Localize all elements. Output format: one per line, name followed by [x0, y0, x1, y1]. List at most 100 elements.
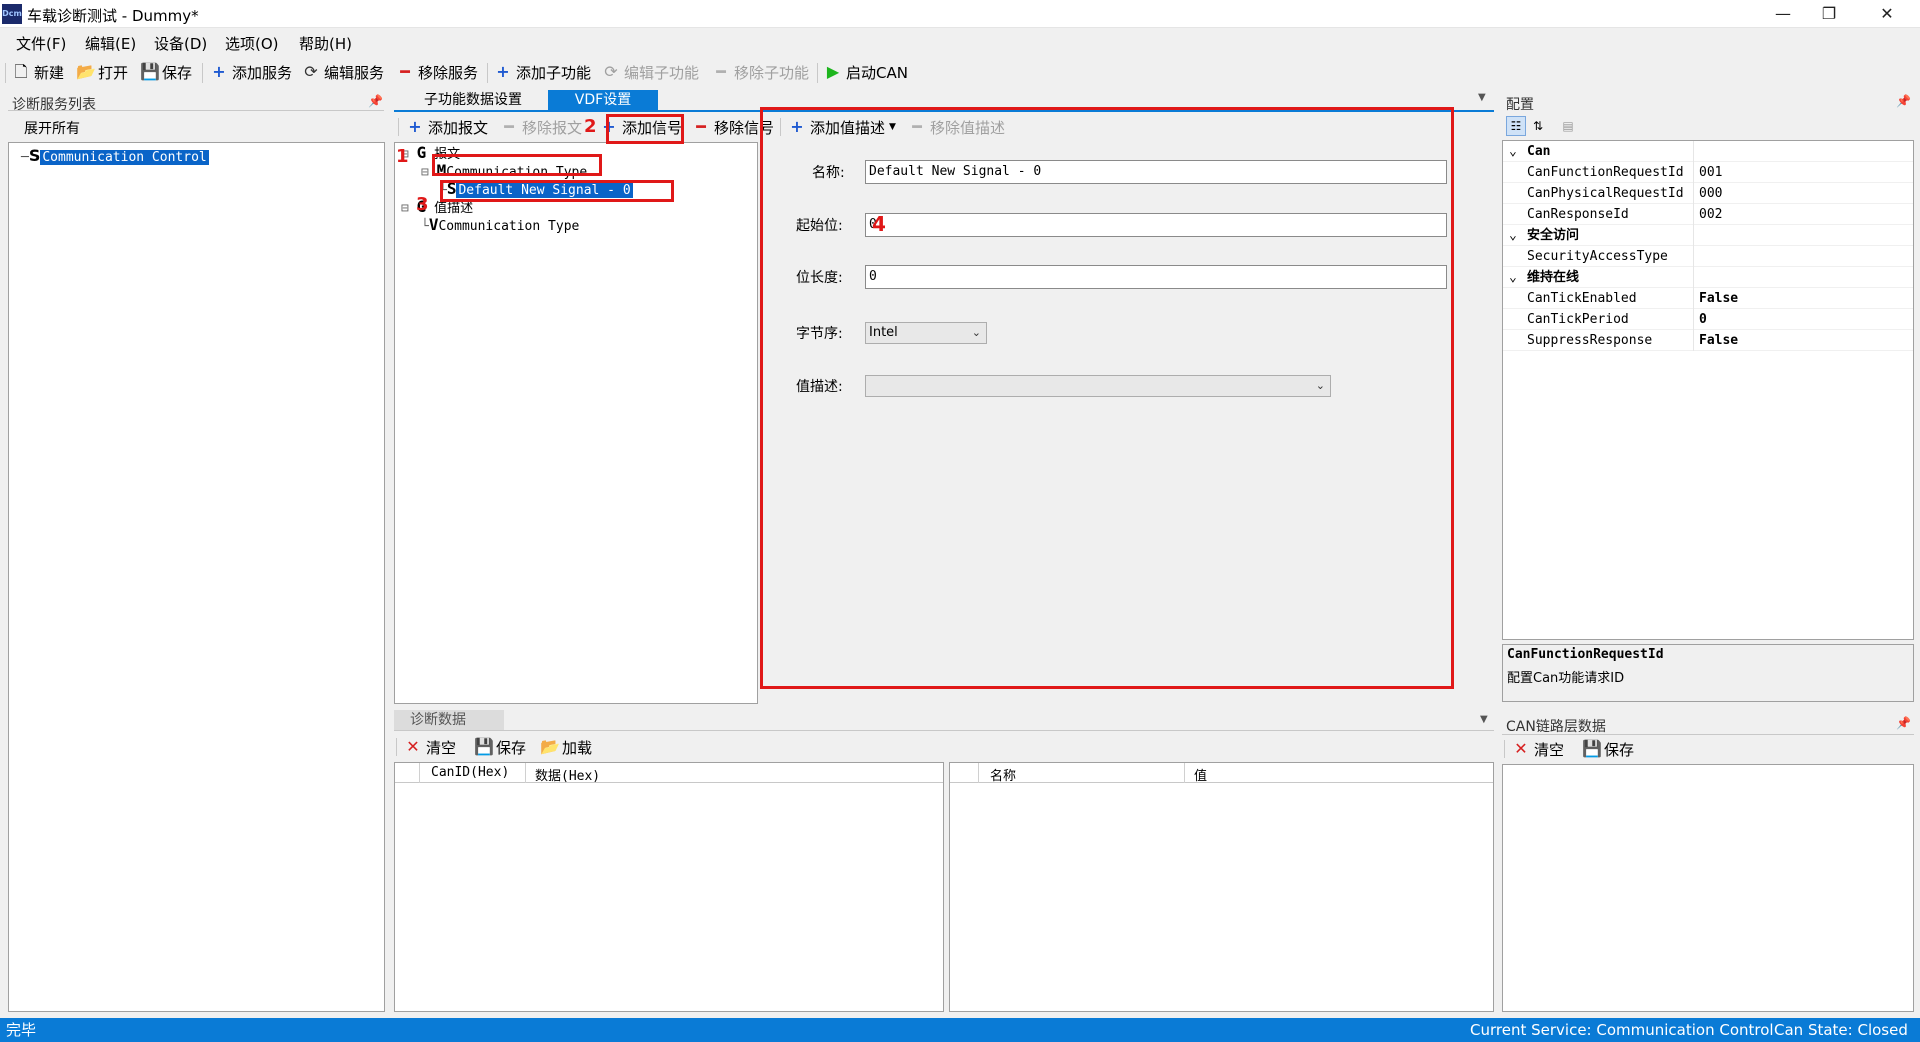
description-text: 配置Can功能请求ID	[1507, 671, 1625, 686]
collapse-icon[interactable]: ⊟	[401, 201, 409, 216]
app-icon: Dcm	[2, 4, 22, 24]
table-header: CanID(Hex) 数据(Hex)	[395, 763, 943, 784]
minus-icon: ━	[504, 117, 514, 136]
folder-icon: 📂	[76, 62, 96, 81]
service-type-icon: S	[28, 146, 41, 165]
chevron-down-icon: ⌄	[971, 326, 981, 339]
tree-item-value-desc[interactable]: └VCommunication Type	[421, 215, 579, 234]
description-title: CanFunctionRequestId	[1507, 647, 1664, 662]
column-name[interactable]: 名称	[990, 765, 1016, 784]
save-icon: 💾	[140, 62, 160, 81]
prop-category-keep-alive[interactable]: ⌄ 维持在线	[1503, 267, 1913, 288]
toolbar-grip	[398, 118, 399, 136]
start-bit-input[interactable]: 0	[865, 213, 1447, 237]
remove-service-button[interactable]: ━ 移除服务	[396, 59, 478, 85]
prop-row[interactable]: SuppressResponse False	[1503, 330, 1913, 351]
byte-order-select[interactable]: Intel ⌄	[865, 322, 987, 344]
title-bar: Dcm 车载诊断测试 - Dummy* — ❐ ✕	[0, 0, 1920, 28]
toolbar-grip	[396, 738, 397, 756]
load-button[interactable]: 📂 加载	[540, 734, 592, 760]
save-icon: 💾	[474, 737, 494, 756]
annotation-box-2	[606, 114, 684, 144]
pin-icon[interactable]: 📌	[368, 94, 383, 108]
prop-row[interactable]: CanTickPeriod 0	[1503, 309, 1913, 330]
menu-help[interactable]: 帮助(H)	[299, 33, 352, 54]
pin-icon[interactable]: 📌	[1896, 716, 1911, 730]
refresh-icon: ⟳	[604, 62, 618, 81]
new-button[interactable]: 🗋 新建	[12, 59, 64, 85]
chevron-down-icon[interactable]: ⌄	[1509, 141, 1517, 162]
dropdown-arrow-icon[interactable]: ▼	[1480, 714, 1488, 725]
chevron-down-icon[interactable]: ⌄	[1509, 225, 1517, 246]
prop-category-security[interactable]: ⌄ 安全访问	[1503, 225, 1913, 246]
add-message-button[interactable]: + 添加报文	[406, 114, 488, 140]
diag-save-button[interactable]: 💾 保存	[474, 734, 526, 760]
clear-button[interactable]: ✕ 清空	[404, 734, 456, 760]
can-state-status: Can State: Closed	[1774, 1021, 1908, 1039]
prop-row[interactable]: CanPhysicalRequestId 000	[1503, 183, 1913, 204]
add-service-button[interactable]: + 添加服务	[210, 59, 292, 85]
annotation-number-1: 1	[396, 146, 409, 167]
can-link-title: CAN链路层数据	[1506, 719, 1606, 735]
column-value[interactable]: 值	[1194, 765, 1207, 784]
divider	[1502, 734, 1914, 735]
folder-icon: 📂	[540, 737, 560, 756]
diag-toolbar: ✕ 清空 💾 保存 📂 加载	[394, 734, 794, 760]
collapse-icon[interactable]: ⊟	[421, 165, 429, 180]
minimize-button[interactable]: —	[1760, 0, 1806, 28]
prop-category-can[interactable]: ⌄ Can	[1503, 141, 1913, 162]
close-button[interactable]: ✕	[1864, 0, 1910, 28]
categorized-view-icon[interactable]: ☷	[1506, 116, 1526, 136]
signal-name-input[interactable]: Default New Signal - 0	[865, 160, 1447, 184]
menu-device[interactable]: 设备(D)	[154, 33, 207, 54]
tab-vdf-settings[interactable]: VDF设置	[548, 90, 658, 111]
chevron-down-icon: ⌄	[1315, 379, 1325, 392]
annotation-box-1	[432, 154, 602, 176]
tab-subfunction-data[interactable]: 子功能数据设置	[398, 90, 548, 111]
window-title: 车载诊断测试 - Dummy*	[27, 7, 199, 25]
current-service-status: Current Service: Communication Control	[1470, 1021, 1774, 1039]
prop-row[interactable]: SecurityAccessType	[1503, 246, 1913, 267]
bit-length-label: 位长度:	[796, 270, 843, 286]
add-subfunction-button[interactable]: + 添加子功能	[494, 59, 591, 85]
edit-service-button[interactable]: ⟳ 编辑服务	[302, 59, 384, 85]
save-button[interactable]: 💾 保存	[140, 59, 192, 85]
chevron-down-icon[interactable]: ⌄	[1509, 267, 1517, 288]
remove-subfunction-button[interactable]: ━ 移除子功能	[712, 59, 809, 85]
column-canid[interactable]: CanID(Hex)	[431, 765, 509, 780]
menu-edit[interactable]: 编辑(E)	[85, 33, 136, 54]
tree-item-communication-control[interactable]: ─S Communication Control	[21, 146, 209, 165]
config-toolbar: ☷ ⇅ ▤	[1502, 114, 1914, 138]
parsed-data-table: 名称 值	[949, 762, 1494, 1012]
bit-length-input[interactable]: 0	[865, 265, 1447, 289]
plus-icon: +	[408, 117, 422, 136]
open-button[interactable]: 📂 打开	[76, 59, 128, 85]
minus-icon: ━	[716, 62, 726, 81]
divider	[8, 110, 384, 111]
prop-row[interactable]: CanTickEnabled False	[1503, 288, 1913, 309]
property-pages-icon[interactable]: ▤	[1558, 116, 1578, 136]
prop-row[interactable]: CanResponseId 002	[1503, 204, 1913, 225]
edit-subfunction-button[interactable]: ⟳ 编辑子功能	[602, 59, 699, 85]
start-can-button[interactable]: ▶ 启动CAN	[824, 59, 908, 85]
status-bar: 完毕 Current Service: Communication Contro…	[0, 1018, 1920, 1042]
remove-message-button[interactable]: ━ 移除报文	[500, 114, 582, 140]
name-label: 名称:	[812, 165, 845, 181]
menu-options[interactable]: 选项(O)	[225, 33, 279, 54]
tab-diag-data[interactable]: 诊断数据	[394, 710, 504, 730]
menu-file[interactable]: 文件(F)	[16, 33, 66, 54]
prop-row[interactable]: CanFunctionRequestId 001	[1503, 162, 1913, 183]
can-clear-button[interactable]: ✕ 清空	[1512, 736, 1564, 762]
tree-item-label: Communication Control	[40, 150, 209, 165]
property-grid: ⌄ Can CanFunctionRequestId 001 CanPhysic…	[1502, 140, 1914, 640]
minus-icon: ━	[696, 117, 706, 136]
expand-all-button[interactable]: 展开所有	[24, 118, 80, 138]
can-save-button[interactable]: 💾 保存	[1582, 736, 1634, 762]
restore-button[interactable]: ❐	[1806, 0, 1852, 28]
pin-icon[interactable]: 📌	[1896, 94, 1911, 108]
dropdown-arrow-icon[interactable]: ▼	[1478, 92, 1486, 103]
sort-alpha-icon[interactable]: ⇅	[1528, 116, 1548, 136]
value-desc-select[interactable]: ⌄	[865, 375, 1331, 397]
column-data[interactable]: 数据(Hex)	[535, 765, 600, 784]
table-header: 名称 值	[950, 763, 1493, 784]
